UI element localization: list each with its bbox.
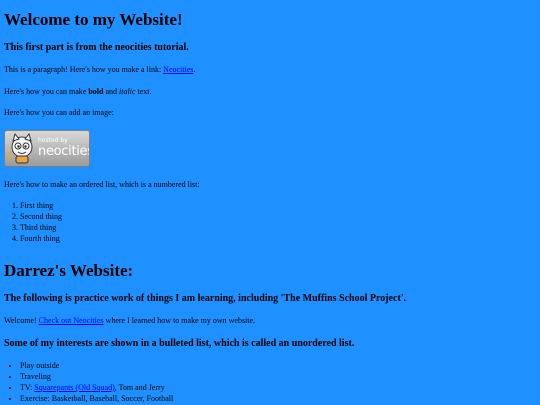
format-paragraph: Here's how you can make bold and italic …: [4, 87, 536, 97]
neocities-link[interactable]: Neocities: [163, 65, 193, 74]
page-content: Welcome to my Website! This first part i…: [0, 0, 540, 405]
list-item: TV: Squarepants (Old Squad), Tom and Jer…: [20, 383, 536, 394]
list-item: Traveling: [20, 372, 536, 383]
ordered-list: First thing Second thing Third thing Fou…: [4, 201, 536, 244]
tv-rest: , Tom and Jerry: [114, 382, 165, 392]
list-item: Exercise: Basketball, Baseball, Soccer, …: [20, 394, 536, 405]
link-paragraph: This is a paragraph! Here's how you make…: [4, 65, 536, 75]
neocities-cat-icon: [8, 132, 33, 164]
image-paragraph: Here's how you can add an image:: [4, 108, 114, 118]
bold-text: bold: [88, 86, 104, 96]
neocities-badge-image: hosted by neocities: [4, 129, 90, 167]
welcome-paragraph-end: where I learned how to make my own websi…: [103, 315, 256, 325]
list-item: Second thing: [20, 212, 536, 223]
squarepants-link[interactable]: Squarepants (Old Squad): [34, 383, 114, 392]
list-item: Third thing: [20, 223, 536, 234]
list-item: Play outside: [20, 361, 536, 372]
darrez-subtitle: The following is practice work of things…: [4, 292, 407, 304]
darrez-title: Darrez's Website:: [4, 260, 134, 280]
format-paragraph-end: text.: [135, 86, 152, 96]
link-paragraph-end: .: [193, 65, 196, 75]
interests-list: Play outside Traveling TV: Squarepants (…: [4, 361, 536, 404]
welcome-paragraph-text: Welcome!: [4, 315, 39, 325]
interests-heading: Some of my interests are shown in a bull…: [4, 338, 355, 350]
ordered-list-intro: Here's how to make an ordered list, whic…: [4, 179, 200, 189]
tv-label: TV:: [20, 382, 35, 392]
badge-brand: neocities: [38, 143, 90, 159]
link-paragraph-text: This is a paragraph! Here's how you make…: [4, 65, 164, 75]
intro-subtitle: This first part is from the neocities tu…: [4, 42, 189, 54]
welcome-paragraph: Welcome! Check out Neocities where I lea…: [4, 316, 536, 326]
format-paragraph-text: Here's how you can make: [4, 86, 89, 96]
page-title: Welcome to my Website!: [4, 10, 183, 29]
list-item: First thing: [20, 201, 536, 212]
format-paragraph-middle: and: [103, 86, 119, 96]
italic-text: italic: [119, 86, 136, 96]
check-out-neocities-link[interactable]: Check out Neocities: [39, 316, 104, 325]
list-item: Fourth thing: [20, 234, 536, 245]
